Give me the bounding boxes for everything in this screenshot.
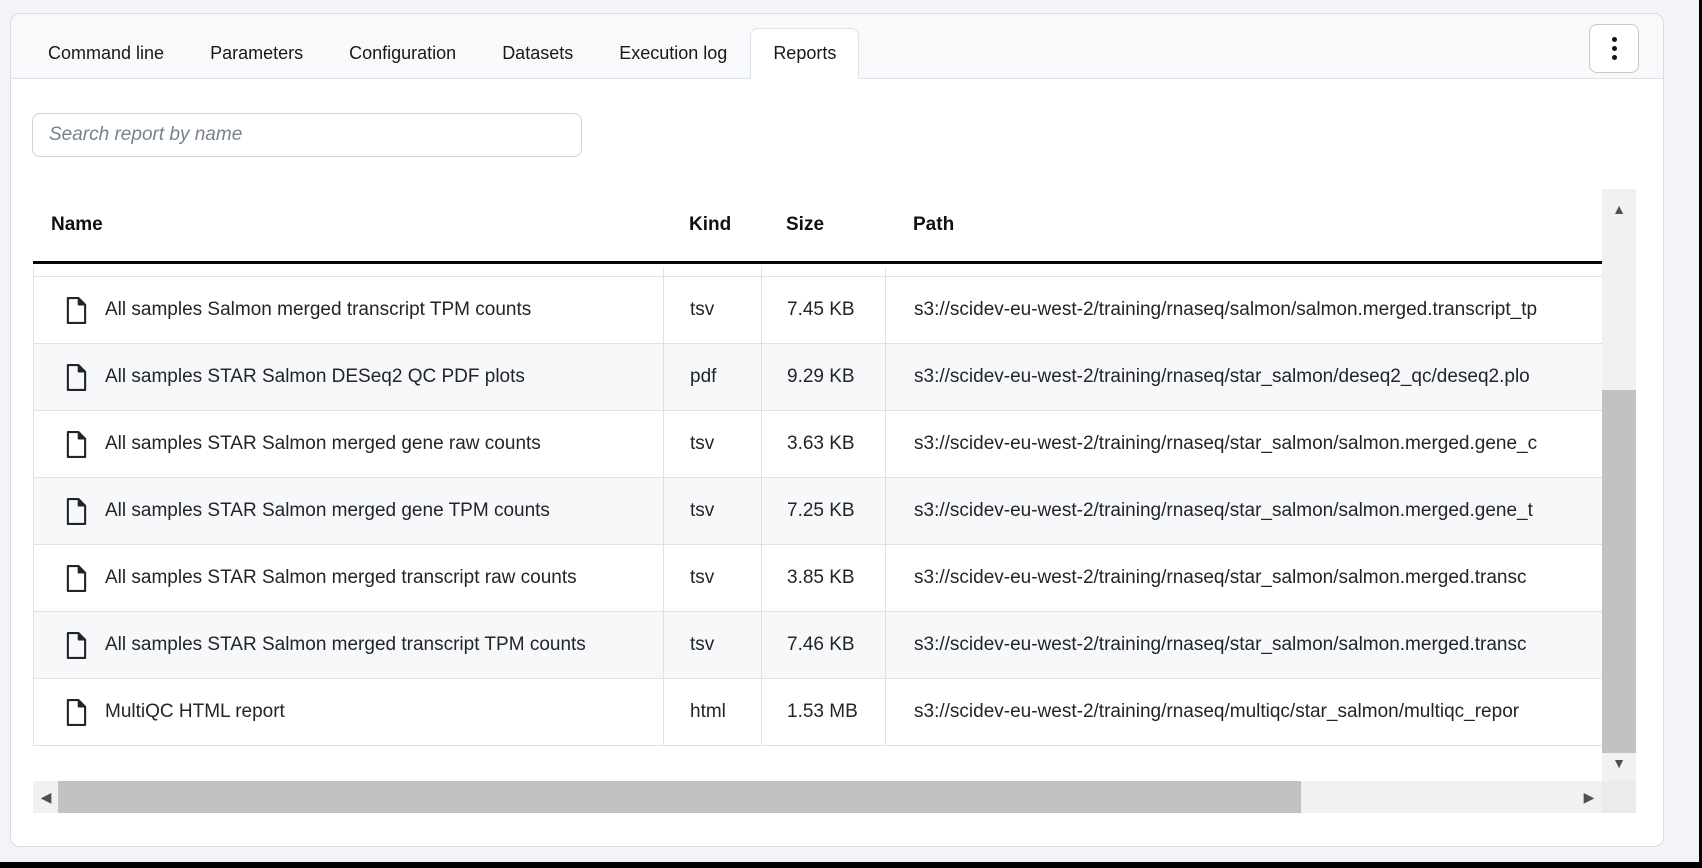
report-size: 9.29 KB [762,344,886,410]
report-size: 3.63 KB [762,411,886,477]
column-header-path: Path [885,214,1602,236]
report-kind: pdf [664,344,762,410]
column-header-size: Size [761,214,885,236]
window-edge-bottom [0,862,1702,868]
scroll-up-arrow-icon[interactable]: ▲ [1602,195,1636,223]
report-kind: tsv [664,478,762,544]
report-name: MultiQC HTML report [105,701,285,723]
tab-configuration[interactable]: Configuration [326,28,479,79]
report-size: 3.85 KB [762,545,886,611]
search-report-input[interactable] [32,113,582,157]
report-path: s3://scidev-eu-west-2/training/rnaseq/st… [886,612,1602,678]
vertical-scrollbar[interactable]: ▲ ▼ [1602,189,1636,781]
report-name: All samples STAR Salmon merged gene raw … [105,433,541,455]
file-icon [65,698,88,727]
report-kind: tsv [664,545,762,611]
column-header-kind: Kind [663,214,761,236]
report-size: 7.46 KB [762,612,886,678]
report-path: s3://scidev-eu-west-2/training/rnaseq/st… [886,545,1602,611]
report-path: s3://scidev-eu-west-2/training/rnaseq/st… [886,344,1602,410]
column-header-name: Name [33,214,663,236]
reports-table-viewport: All samples Salmon merged transcript TPM… [33,267,1602,781]
table-header-row: Name Kind Size Path [33,189,1602,264]
scroll-left-arrow-icon[interactable]: ◀ [33,781,59,813]
horizontal-scrollbar-thumb[interactable] [58,781,1301,813]
report-kind: html [664,679,762,745]
kebab-dot-icon [1612,37,1617,42]
more-options-button[interactable] [1589,24,1639,73]
tab-reports[interactable]: Reports [750,28,859,79]
tab-datasets[interactable]: Datasets [479,28,596,79]
table-row[interactable]: All samples STAR Salmon DESeq2 QC PDF pl… [33,344,1602,411]
file-icon [65,296,88,325]
tab-execution-log[interactable]: Execution log [596,28,750,79]
table-row[interactable]: All samples Salmon merged transcript TPM… [33,277,1602,344]
report-kind: tsv [664,277,762,343]
tab-bar: Command lineParametersConfigurationDatas… [11,14,1663,79]
file-icon [65,631,88,660]
report-size: 7.45 KB [762,277,886,343]
table-row[interactable]: All samples STAR Salmon merged gene TPM … [33,478,1602,545]
table-row-partial[interactable] [33,267,1602,277]
report-kind: tsv [664,411,762,477]
report-path: s3://scidev-eu-west-2/training/rnaseq/sa… [886,277,1602,343]
report-name: All samples STAR Salmon merged transcrip… [105,567,577,589]
file-icon [65,430,88,459]
kebab-dot-icon [1612,46,1617,51]
reports-panel: Command lineParametersConfigurationDatas… [10,13,1664,847]
report-size: 1.53 MB [762,679,886,745]
report-size: 7.25 KB [762,478,886,544]
table-row[interactable]: MultiQC HTML report html 1.53 MB s3://sc… [33,679,1602,746]
scroll-right-arrow-icon[interactable]: ▶ [1576,781,1602,813]
file-icon [65,363,88,392]
report-path: s3://scidev-eu-west-2/training/rnaseq/mu… [886,679,1602,745]
tab-parameters[interactable]: Parameters [187,28,326,79]
scrollbar-corner [1602,781,1636,813]
table-row[interactable]: All samples STAR Salmon merged gene raw … [33,411,1602,478]
report-name: All samples STAR Salmon merged gene TPM … [105,500,550,522]
kebab-dot-icon [1612,55,1617,60]
file-icon [65,497,88,526]
vertical-scrollbar-thumb[interactable] [1602,390,1636,753]
app-window: { "tabs": { "items": [ {"label": "Comman… [0,0,1702,868]
file-icon [65,564,88,593]
horizontal-scrollbar[interactable]: ◀ ▶ [33,781,1602,813]
report-name: All samples STAR Salmon merged transcrip… [105,634,586,656]
report-path: s3://scidev-eu-west-2/training/rnaseq/st… [886,478,1602,544]
table-row[interactable]: All samples STAR Salmon merged transcrip… [33,545,1602,612]
report-path: s3://scidev-eu-west-2/training/rnaseq/st… [886,411,1602,477]
report-name: All samples STAR Salmon DESeq2 QC PDF pl… [105,366,525,388]
report-kind: tsv [664,612,762,678]
reports-tab-content: Name Kind Size Path All samples Salmon m… [11,78,1663,846]
report-name: All samples Salmon merged transcript TPM… [105,299,531,321]
tab-command-line[interactable]: Command line [25,28,187,79]
table-row[interactable]: All samples STAR Salmon merged transcrip… [33,612,1602,679]
scroll-down-arrow-icon[interactable]: ▼ [1602,749,1636,777]
tab-list: Command lineParametersConfigurationDatas… [25,28,859,79]
